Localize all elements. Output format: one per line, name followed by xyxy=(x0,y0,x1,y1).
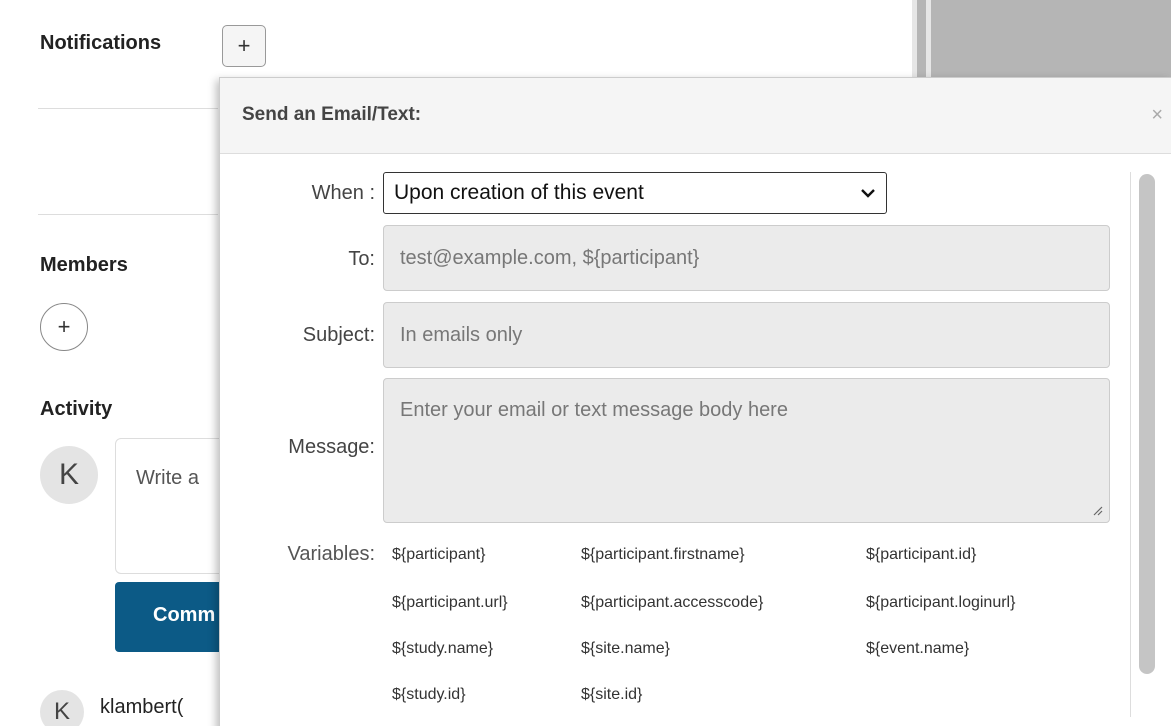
variable-item: ${participant.accesscode} xyxy=(581,594,764,611)
modal-title: Send an Email/Text: xyxy=(242,104,422,125)
subject-field[interactable]: In emails only xyxy=(383,302,1110,368)
modal-header: Send an Email/Text: × xyxy=(220,78,1171,154)
resize-grip-icon[interactable] xyxy=(1091,504,1103,516)
plus-icon: + xyxy=(237,33,251,58)
activity-title: Activity xyxy=(40,398,113,420)
plus-icon: + xyxy=(57,314,71,339)
members-title: Members xyxy=(40,254,128,276)
scrollbar[interactable] xyxy=(1130,172,1160,717)
when-select[interactable]: Upon creation of this event xyxy=(383,172,887,214)
background-image-strip xyxy=(912,0,1171,80)
avatar: K xyxy=(40,690,84,726)
divider xyxy=(38,108,218,109)
activity-user-name: klambert( xyxy=(100,696,184,718)
variable-item: ${participant.firstname} xyxy=(581,546,745,563)
add-member-button[interactable]: + xyxy=(40,303,88,351)
divider xyxy=(38,214,218,215)
message-placeholder: Enter your email or text message body he… xyxy=(400,399,788,421)
to-field[interactable]: test@example.com, ${participant} xyxy=(383,225,1110,291)
variables-label: Variables: xyxy=(287,543,375,565)
when-label: When : xyxy=(311,182,375,204)
add-notification-button[interactable]: + xyxy=(222,25,266,67)
to-placeholder: test@example.com, ${participant} xyxy=(400,246,700,269)
notifications-title: Notifications xyxy=(40,32,162,54)
send-email-modal: Send an Email/Text: × When : Upon creati… xyxy=(219,77,1171,726)
subject-label: Subject: xyxy=(302,324,375,346)
close-icon[interactable]: × xyxy=(1151,104,1163,127)
variable-item: ${site.id} xyxy=(581,686,643,703)
when-select-value: Upon creation of this event xyxy=(394,181,644,204)
chevron-down-icon xyxy=(861,189,875,198)
variable-item: ${study.id} xyxy=(392,686,466,703)
variable-item: ${site.name} xyxy=(581,640,670,657)
to-label: To: xyxy=(348,248,375,270)
scrollbar-thumb[interactable] xyxy=(1139,174,1155,674)
variable-item: ${participant.url} xyxy=(392,594,508,611)
variable-item: ${event.name} xyxy=(866,640,970,657)
avatar: K xyxy=(40,446,98,504)
variable-item: ${study.name} xyxy=(392,640,494,657)
variable-item: ${participant.loginurl} xyxy=(866,594,1016,611)
variable-item: ${participant} xyxy=(392,546,486,563)
message-field[interactable]: Enter your email or text message body he… xyxy=(383,378,1110,523)
variable-item: ${participant.id} xyxy=(866,546,977,563)
message-label: Message: xyxy=(288,436,375,458)
subject-placeholder: In emails only xyxy=(400,323,523,346)
